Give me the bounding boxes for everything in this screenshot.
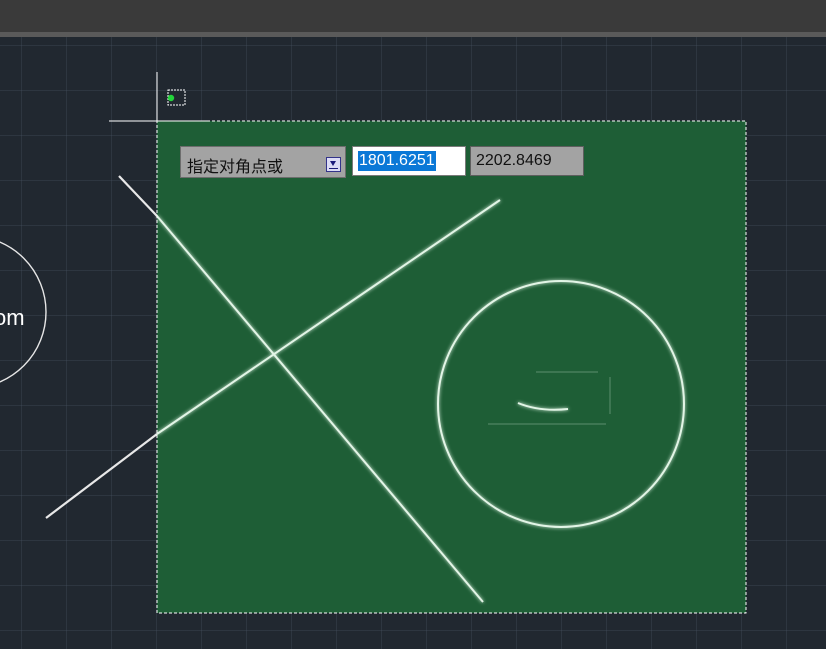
dropdown-arrow-icon[interactable]: [326, 157, 341, 172]
drawing-layer: [0, 72, 747, 614]
x-coordinate-input[interactable]: 1801.6251: [352, 146, 466, 176]
diagonal-line-1-outside[interactable]: [45, 433, 158, 519]
prompt-label: 指定对角点或: [187, 159, 284, 176]
circle-text-label: om: [0, 305, 25, 330]
diagonal-line-2-outside[interactable]: [118, 175, 158, 217]
y-coordinate-input[interactable]: 2202.8469: [470, 146, 584, 176]
x-coordinate-value: 1801.6251: [358, 151, 436, 171]
selection-window: [157, 121, 746, 613]
snap-marker-icon: [167, 94, 175, 102]
cad-workspace: om 指定对角点或 1801.6251 2202.8469: [0, 0, 826, 649]
command-prompt-tooltip: 指定对角点或: [180, 146, 346, 178]
